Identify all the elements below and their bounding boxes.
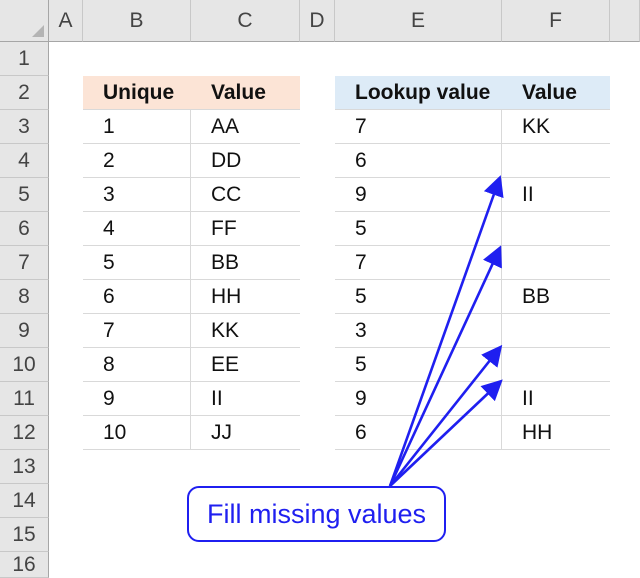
left-table-cell-value[interactable]: BB (191, 246, 300, 280)
right-table-cell-value[interactable] (502, 246, 610, 280)
column-header-d[interactable]: D (300, 0, 335, 42)
left-table-header-unique[interactable]: Unique (83, 76, 191, 110)
row-header-15[interactable]: 15 (0, 518, 49, 552)
column-header-b[interactable]: B (83, 0, 191, 42)
left-table-cell-value[interactable]: AA (191, 110, 300, 144)
left-table-cell-value[interactable]: JJ (191, 416, 300, 450)
right-table-cell-lookup[interactable]: 6 (335, 144, 502, 178)
select-all-corner[interactable] (0, 0, 49, 42)
row-header-4[interactable]: 4 (0, 144, 49, 178)
row-header-5[interactable]: 5 (0, 178, 49, 212)
fill-missing-values-callout: Fill missing values (187, 486, 446, 542)
column-header-e[interactable]: E (335, 0, 502, 42)
right-table-cell-lookup[interactable]: 5 (335, 212, 502, 246)
row-header-2[interactable]: 2 (0, 76, 49, 110)
right-table-cell-lookup[interactable]: 5 (335, 348, 502, 382)
right-table-cell-lookup[interactable]: 9 (335, 178, 502, 212)
left-table-cell-value[interactable]: EE (191, 348, 300, 382)
right-table-cell-value[interactable] (502, 212, 610, 246)
left-table-header-value[interactable]: Value (191, 76, 300, 110)
spreadsheet: A B C D E F 1 2 3 4 5 6 7 8 9 10 11 12 1… (0, 0, 640, 578)
left-table-cell-unique[interactable]: 4 (83, 212, 191, 246)
left-table-cell-unique[interactable]: 8 (83, 348, 191, 382)
right-table-cell-value[interactable] (502, 144, 610, 178)
left-table-cell-unique[interactable]: 5 (83, 246, 191, 280)
right-table-cell-value[interactable]: KK (502, 110, 610, 144)
row-header-10[interactable]: 10 (0, 348, 49, 382)
left-table-cell-unique[interactable]: 10 (83, 416, 191, 450)
row-header-3[interactable]: 3 (0, 110, 49, 144)
left-table-cell-value[interactable]: HH (191, 280, 300, 314)
right-table-cell-value[interactable] (502, 348, 610, 382)
right-table-cell-lookup[interactable]: 7 (335, 110, 502, 144)
left-table-cell-unique[interactable]: 3 (83, 178, 191, 212)
column-header-c[interactable]: C (191, 0, 300, 42)
left-table-cell-unique[interactable]: 1 (83, 110, 191, 144)
right-table-cell-value[interactable]: II (502, 178, 610, 212)
right-table-cell-value[interactable]: HH (502, 416, 610, 450)
column-header-f[interactable]: F (502, 0, 610, 42)
row-header-14[interactable]: 14 (0, 484, 49, 518)
right-table-cell-lookup[interactable]: 5 (335, 280, 502, 314)
row-header-13[interactable]: 13 (0, 450, 49, 484)
right-table-header-value[interactable]: Value (502, 76, 610, 110)
row-header-7[interactable]: 7 (0, 246, 49, 280)
right-table-cell-value[interactable]: BB (502, 280, 610, 314)
row-header-6[interactable]: 6 (0, 212, 49, 246)
right-table-cell-value[interactable]: II (502, 382, 610, 416)
column-header-a[interactable]: A (49, 0, 83, 42)
left-table-cell-value[interactable]: II (191, 382, 300, 416)
left-table-cell-unique[interactable]: 2 (83, 144, 191, 178)
left-table-cell-unique[interactable]: 6 (83, 280, 191, 314)
right-table-cell-lookup[interactable]: 3 (335, 314, 502, 348)
left-table-cell-value[interactable]: DD (191, 144, 300, 178)
row-header-12[interactable]: 12 (0, 416, 49, 450)
left-table-cell-value[interactable]: KK (191, 314, 300, 348)
right-table-header-lookup-value[interactable]: Lookup value (335, 76, 502, 110)
left-table-cell-unique[interactable]: 7 (83, 314, 191, 348)
right-table-cell-lookup[interactable]: 7 (335, 246, 502, 280)
row-header-1[interactable]: 1 (0, 42, 49, 76)
column-header-g-partial[interactable] (610, 0, 640, 42)
right-table-cell-lookup[interactable]: 6 (335, 416, 502, 450)
row-header-16[interactable]: 16 (0, 552, 49, 578)
row-header-9[interactable]: 9 (0, 314, 49, 348)
left-table-cell-unique[interactable]: 9 (83, 382, 191, 416)
select-all-triangle-icon (32, 25, 44, 37)
left-table-cell-value[interactable]: FF (191, 212, 300, 246)
right-table-cell-lookup[interactable]: 9 (335, 382, 502, 416)
left-table-cell-value[interactable]: CC (191, 178, 300, 212)
row-header-8[interactable]: 8 (0, 280, 49, 314)
row-header-11[interactable]: 11 (0, 382, 49, 416)
right-table-cell-value[interactable] (502, 314, 610, 348)
